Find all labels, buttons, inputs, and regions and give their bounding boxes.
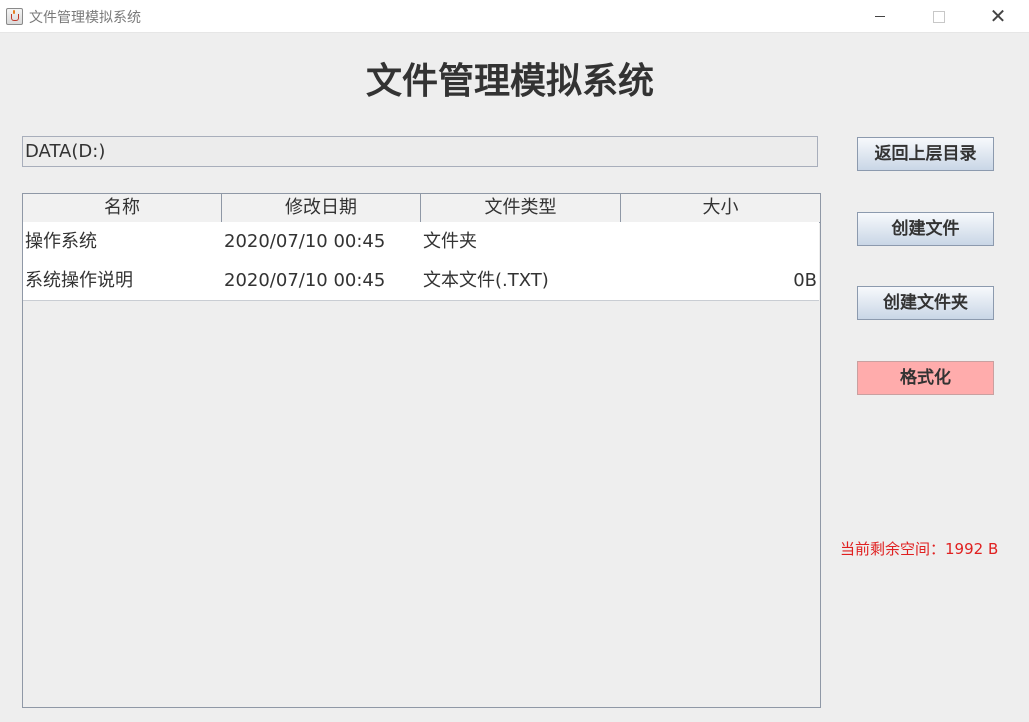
file-type: 文本文件(.TXT) xyxy=(423,270,549,291)
title-bar: 文件管理模拟系统 ✕ xyxy=(0,0,1029,33)
file-size: 0B xyxy=(793,270,817,291)
column-header-name[interactable]: 名称 xyxy=(23,194,222,222)
close-button[interactable]: ✕ xyxy=(975,0,1021,32)
page-title: 文件管理模拟系统 xyxy=(365,61,654,102)
back-button[interactable]: 返回上层目录 xyxy=(857,137,994,171)
column-header-size[interactable]: 大小 xyxy=(621,194,820,222)
file-date: 2020/07/10 00:45 xyxy=(224,231,386,252)
free-space-label: 当前剩余空间：1992 B xyxy=(840,540,999,558)
path-field[interactable]: DATA(D:) xyxy=(22,136,818,167)
table-row[interactable]: 系统操作说明 2020/07/10 00:45 文本文件(.TXT) 0B xyxy=(23,261,819,300)
minimize-icon xyxy=(875,16,885,17)
table-body: 操作系统 2020/07/10 00:45 文件夹 系统操作说明 2020/07… xyxy=(23,222,819,301)
java-app-icon xyxy=(6,8,23,25)
window-title: 文件管理模拟系统 xyxy=(29,10,141,26)
maximize-icon xyxy=(933,10,945,23)
file-name: 系统操作说明 xyxy=(25,270,133,291)
file-table[interactable]: 名称 修改日期 文件类型 大小 操作系统 2020/07/10 00:45 文件… xyxy=(22,193,821,708)
maximize-button[interactable] xyxy=(916,0,962,32)
column-header-type[interactable]: 文件类型 xyxy=(421,194,621,222)
table-row[interactable]: 操作系统 2020/07/10 00:45 文件夹 xyxy=(23,222,819,261)
create-file-button[interactable]: 创建文件 xyxy=(857,212,994,246)
file-type: 文件夹 xyxy=(423,231,477,252)
minimize-button[interactable] xyxy=(857,0,903,32)
file-name: 操作系统 xyxy=(25,231,97,252)
format-button[interactable]: 格式化 xyxy=(857,361,994,395)
create-folder-button[interactable]: 创建文件夹 xyxy=(857,286,994,320)
file-date: 2020/07/10 00:45 xyxy=(224,270,386,291)
table-header: 名称 修改日期 文件类型 大小 xyxy=(23,194,820,223)
column-header-date[interactable]: 修改日期 xyxy=(222,194,421,222)
close-icon: ✕ xyxy=(989,4,1007,28)
